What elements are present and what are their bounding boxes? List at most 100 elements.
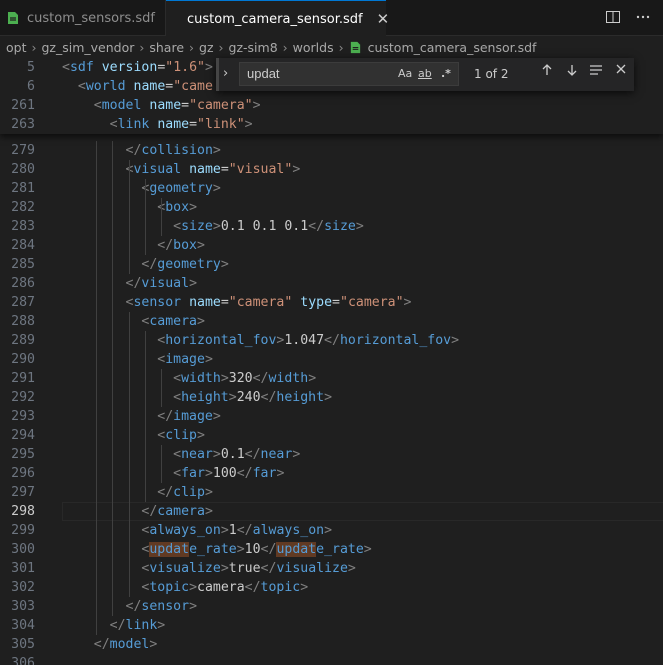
code-text: </image>	[62, 407, 221, 426]
find-input[interactable]: updat Aa ab .*	[239, 62, 459, 86]
code-token: sdf	[69, 60, 94, 75]
code-text: <sensor name="camera" type="camera">	[62, 293, 412, 312]
breadcrumb-item[interactable]: share	[149, 40, 184, 55]
code-token: world	[85, 79, 126, 94]
code-token: </	[244, 580, 261, 595]
code-line[interactable]: 305 </model>	[0, 635, 663, 654]
code-editor[interactable]: 279 </collision>280 <visual name="visual…	[0, 58, 663, 665]
chevron-right-icon: ›	[338, 39, 344, 55]
tab-custom-sensors[interactable]: custom_sensors.sdf	[0, 0, 165, 36]
breadcrumb: opt › gz_sim_vendor › share › gz › gz-sim8 › …	[0, 36, 663, 58]
code-line[interactable]: 261 <model name="camera">	[0, 96, 663, 115]
code-line[interactable]: 286 </visual>	[0, 274, 663, 293]
code-token: far	[252, 466, 277, 481]
code-token: </	[157, 485, 174, 500]
whole-word-toggle[interactable]: ab	[418, 67, 432, 80]
code-token: e_rate	[316, 542, 364, 557]
code-line[interactable]: 301 <visualize>true</visualize>	[0, 559, 663, 578]
code-token: </	[244, 447, 261, 462]
sdf-file-icon	[350, 41, 360, 53]
breadcrumb-item[interactable]: gz-sim8	[229, 40, 278, 55]
code-token: width	[181, 371, 221, 386]
code-token: >	[197, 238, 205, 253]
code-line[interactable]: 299 <always_on>1</always_on>	[0, 521, 663, 540]
tab-custom-camera-sensor[interactable]: custom_camera_sensor.sdf ✕	[166, 0, 389, 37]
code-line[interactable]: 297 </clip>	[0, 483, 663, 502]
code-line[interactable]: 280 <visual name="visual">	[0, 160, 663, 179]
line-number: 296	[11, 466, 35, 481]
code-text: <image>	[62, 350, 213, 369]
code-text: <model name="camera">	[62, 96, 261, 115]
code-token: </	[324, 333, 340, 348]
code-line[interactable]: 291 <width>320</width>	[0, 369, 663, 388]
code-line[interactable]: 284 </box>	[0, 236, 663, 255]
code-line[interactable]: 298 </camera>	[0, 502, 663, 521]
line-number: 300	[11, 542, 35, 557]
code-token: link	[125, 618, 158, 633]
code-text: <sdf version="1.6">	[62, 58, 213, 77]
regex-toggle[interactable]: .*	[441, 67, 451, 80]
code-token: >	[204, 466, 213, 481]
code-token: =	[220, 295, 229, 310]
code-line[interactable]: 295 <near>0.1</near>	[0, 445, 663, 464]
chevron-right-icon: ›	[282, 39, 288, 55]
code-line[interactable]: 300 <update_rate>10</update_rate>	[0, 540, 663, 559]
code-text: <world name="came	[62, 77, 213, 96]
breadcrumb-item[interactable]: gz_sim_vendor	[41, 40, 134, 55]
line-number: 298	[11, 504, 35, 519]
code-line[interactable]: 306	[0, 654, 663, 665]
code-line[interactable]: 279 </collision>	[0, 141, 663, 160]
code-line[interactable]: 296 <far>100</far>	[0, 464, 663, 483]
code-line[interactable]: 294 <clip>	[0, 426, 663, 445]
code-line[interactable]: 292 <height>240</height>	[0, 388, 663, 407]
chevron-right-icon: ›	[218, 39, 224, 55]
code-text: <update_rate>10</update_rate>	[62, 540, 372, 559]
breadcrumb-item[interactable]: opt	[6, 40, 26, 55]
code-token: >	[189, 200, 198, 215]
toggle-replace-icon[interactable]: ›	[223, 66, 228, 81]
code-text: </geometry>	[62, 255, 228, 274]
close-tab-icon[interactable]: ✕	[377, 10, 390, 28]
code-token: visual	[133, 162, 182, 177]
code-line[interactable]: 304 </link>	[0, 616, 663, 635]
find-in-selection-icon[interactable]	[589, 63, 603, 77]
code-token: >	[212, 181, 221, 196]
search-match: updat	[149, 542, 190, 557]
code-token: >	[403, 295, 412, 310]
code-token: >	[363, 542, 372, 557]
breadcrumb-item[interactable]: worlds	[293, 40, 334, 55]
code-token: <	[173, 219, 182, 234]
close-icon[interactable]	[615, 63, 627, 75]
code-line[interactable]: 290 <image>	[0, 350, 663, 369]
code-token: >	[197, 314, 205, 329]
breadcrumb-item[interactable]: gz	[199, 40, 214, 55]
code-token: =	[189, 117, 198, 132]
split-editor-icon[interactable]	[605, 9, 621, 25]
code-line[interactable]: 303 </sensor>	[0, 597, 663, 616]
code-line[interactable]: 283 <size>0.1 0.1 0.1</size>	[0, 217, 663, 236]
code-token: always_on	[252, 523, 325, 538]
code-line[interactable]: 288 <camera>	[0, 312, 663, 331]
code-token: always_on	[149, 523, 221, 538]
code-line[interactable]: 285 </geometry>	[0, 255, 663, 274]
breadcrumb-item[interactable]: custom_camera_sensor.sdf	[368, 40, 537, 55]
code-line[interactable]: 263 <link name="link">	[0, 115, 663, 134]
code-token: </	[236, 523, 253, 538]
code-line[interactable]: 287 <sensor name="camera" type="camera">	[0, 293, 663, 312]
code-line[interactable]: 293 </image>	[0, 407, 663, 426]
code-token: "camera"	[189, 98, 253, 113]
code-text: <width>320</width>	[62, 369, 316, 388]
code-line[interactable]: 282 <box>	[0, 198, 663, 217]
next-match-icon[interactable]	[565, 63, 579, 77]
match-case-toggle[interactable]: Aa	[398, 67, 412, 80]
previous-match-icon[interactable]	[540, 63, 554, 77]
more-actions-icon[interactable]	[635, 9, 651, 25]
code-line[interactable]: 289 <horizontal_fov>1.047</horizontal_fo…	[0, 331, 663, 350]
code-token: >	[451, 333, 460, 348]
code-line[interactable]: 281 <geometry>	[0, 179, 663, 198]
code-line[interactable]: 302 <topic>camera</topic>	[0, 578, 663, 597]
